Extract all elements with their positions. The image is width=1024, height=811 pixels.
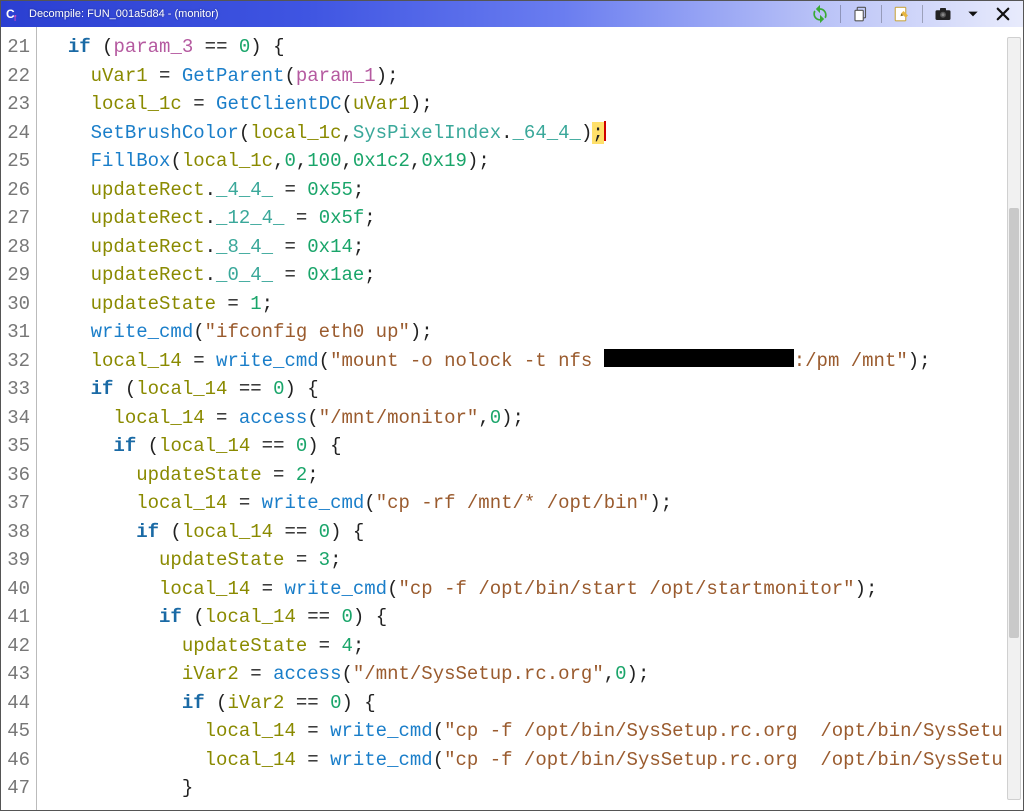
code-line[interactable]: if (local_14 == 0) {	[45, 603, 1023, 632]
code-line[interactable]: local_14 = write_cmd("cp -f /opt/bin/sta…	[45, 575, 1023, 604]
code-line[interactable]: local_14 = access("/mnt/monitor",0);	[45, 404, 1023, 433]
separator	[881, 5, 882, 23]
code-line[interactable]: if (local_14 == 0) {	[45, 432, 1023, 461]
menu-dropdown-button[interactable]	[959, 3, 987, 25]
line-number: 39	[1, 546, 30, 575]
line-number: 40	[1, 575, 30, 604]
line-number: 28	[1, 233, 30, 262]
snapshot-button[interactable]	[929, 3, 957, 25]
decompiled-code[interactable]: if (param_3 == 0) { uVar1 = GetParent(pa…	[37, 27, 1023, 803]
code-line[interactable]: SetBrushColor(local_1c,SysPixelIndex._64…	[45, 119, 1023, 148]
code-line[interactable]: if (local_14 == 0) {	[45, 518, 1023, 547]
code-line[interactable]: updateState = 1;	[45, 290, 1023, 319]
code-line[interactable]: local_14 = write_cmd("cp -rf /mnt/* /opt…	[45, 489, 1023, 518]
line-number-gutter: 2122232425262728293031323334353637383940…	[1, 27, 37, 810]
line-number: 43	[1, 660, 30, 689]
line-number: 32	[1, 347, 30, 376]
scrollbar-thumb[interactable]	[1009, 208, 1019, 638]
code-line[interactable]: }	[45, 774, 1023, 803]
line-number: 23	[1, 90, 30, 119]
code-line[interactable]: updateRect._8_4_ = 0x14;	[45, 233, 1023, 262]
app-icon: Cf	[5, 5, 23, 23]
code-viewport[interactable]: if (param_3 == 0) { uVar1 = GetParent(pa…	[37, 27, 1023, 810]
line-number: 38	[1, 518, 30, 547]
line-number: 24	[1, 119, 30, 148]
line-number: 25	[1, 147, 30, 176]
code-line[interactable]: if (param_3 == 0) {	[45, 33, 1023, 62]
line-number: 35	[1, 432, 30, 461]
line-number: 26	[1, 176, 30, 205]
line-number: 46	[1, 746, 30, 775]
line-number: 41	[1, 603, 30, 632]
line-number: 30	[1, 290, 30, 319]
line-number: 27	[1, 204, 30, 233]
decompile-window: Cf Decompile: FUN_001a5d84 - (monitor)	[0, 0, 1024, 811]
code-line[interactable]: if (local_14 == 0) {	[45, 375, 1023, 404]
toolbar	[806, 1, 1023, 27]
line-number: 21	[1, 33, 30, 62]
separator	[840, 5, 841, 23]
copy-button[interactable]	[847, 3, 875, 25]
window-title: Decompile: FUN_001a5d84 - (monitor)	[29, 8, 219, 20]
code-line[interactable]: local_14 = write_cmd("mount -o nolock -t…	[45, 347, 1023, 376]
code-line[interactable]: FillBox(local_1c,0,100,0x1c2,0x19);	[45, 147, 1023, 176]
line-number: 42	[1, 632, 30, 661]
code-line[interactable]: local_1c = GetClientDC(uVar1);	[45, 90, 1023, 119]
code-line[interactable]: updateRect._0_4_ = 0x1ae;	[45, 261, 1023, 290]
line-number: 37	[1, 489, 30, 518]
edit-button[interactable]	[888, 3, 916, 25]
line-number: 22	[1, 62, 30, 91]
code-line[interactable]: uVar1 = GetParent(param_1);	[45, 62, 1023, 91]
line-number: 45	[1, 717, 30, 746]
titlebar[interactable]: Cf Decompile: FUN_001a5d84 - (monitor)	[1, 1, 1023, 27]
code-line[interactable]: local_14 = write_cmd("cp -f /opt/bin/Sys…	[45, 717, 1023, 746]
line-number: 36	[1, 461, 30, 490]
refresh-button[interactable]	[806, 3, 834, 25]
code-line[interactable]: if (iVar2 == 0) {	[45, 689, 1023, 718]
close-button[interactable]	[989, 3, 1017, 25]
line-number: 34	[1, 404, 30, 433]
line-number: 33	[1, 375, 30, 404]
code-line[interactable]: iVar2 = access("/mnt/SysSetup.rc.org",0)…	[45, 660, 1023, 689]
code-line[interactable]: updateRect._12_4_ = 0x5f;	[45, 204, 1023, 233]
text-cursor	[604, 121, 606, 141]
code-line[interactable]: local_14 = write_cmd("cp -f /opt/bin/Sys…	[45, 746, 1023, 775]
code-line[interactable]: updateState = 3;	[45, 546, 1023, 575]
code-line[interactable]: updateState = 4;	[45, 632, 1023, 661]
line-number: 44	[1, 689, 30, 718]
code-line[interactable]: updateRect._4_4_ = 0x55;	[45, 176, 1023, 205]
vertical-scrollbar[interactable]	[1007, 37, 1021, 800]
line-number: 31	[1, 318, 30, 347]
line-number: 47	[1, 774, 30, 803]
code-line[interactable]: write_cmd("ifconfig eth0 up");	[45, 318, 1023, 347]
code-line[interactable]: updateState = 2;	[45, 461, 1023, 490]
svg-text:f: f	[14, 14, 17, 22]
separator	[922, 5, 923, 23]
editor-area: 2122232425262728293031323334353637383940…	[1, 27, 1023, 810]
line-number: 29	[1, 261, 30, 290]
redacted-ip	[604, 349, 794, 367]
